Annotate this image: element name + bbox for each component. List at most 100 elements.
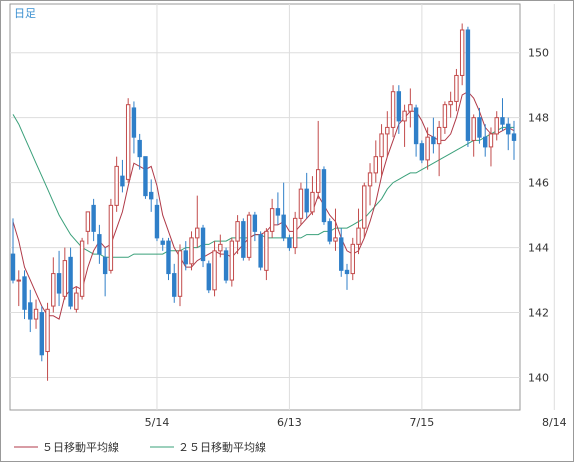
candle-body	[74, 292, 79, 310]
candle-body	[419, 143, 425, 161]
candle-body	[56, 273, 62, 294]
candle-body	[154, 204, 160, 239]
candle-body	[183, 250, 188, 265]
candle-body	[149, 191, 154, 200]
candle	[258, 231, 263, 271]
candle	[206, 260, 211, 294]
candle-body	[506, 123, 511, 135]
candle-body	[494, 117, 499, 135]
candle-body	[160, 240, 165, 245]
candle-body	[45, 308, 50, 353]
candle-body	[281, 214, 286, 239]
candle-body	[177, 250, 183, 297]
y-tick-label: 140	[528, 372, 549, 385]
candle-body	[235, 221, 240, 242]
candle	[108, 198, 114, 274]
candle-body	[166, 240, 171, 275]
candle	[419, 140, 425, 164]
candle-body	[143, 156, 148, 197]
candle	[241, 218, 246, 261]
candle	[298, 182, 304, 225]
candle-body	[408, 104, 413, 112]
candle-body	[108, 204, 114, 271]
candle-body	[442, 104, 448, 128]
candle-body	[333, 237, 338, 242]
candle-body	[465, 29, 471, 141]
candle-body	[200, 227, 206, 262]
candle-body	[477, 117, 482, 138]
candle-body	[97, 234, 102, 255]
candle-body	[350, 243, 355, 275]
candle-body	[292, 217, 298, 249]
candle-body	[114, 165, 119, 206]
y-tick-label: 142	[528, 307, 549, 320]
x-tick-label: 8/14	[542, 416, 567, 429]
candle	[321, 166, 327, 225]
candle	[327, 218, 332, 245]
candle-body	[195, 227, 200, 239]
candle-body	[413, 107, 419, 145]
candle-body	[51, 273, 56, 307]
candle-body	[91, 204, 96, 232]
candle-body	[33, 308, 39, 320]
candle-body	[459, 29, 465, 76]
candle-body	[102, 256, 108, 275]
candle	[154, 198, 160, 242]
candle-body	[223, 250, 229, 281]
candle	[223, 247, 229, 284]
candle-body	[137, 139, 142, 158]
candle-body	[396, 91, 402, 122]
candle-body	[218, 243, 223, 252]
candle-body	[62, 260, 68, 297]
candle-body	[246, 214, 252, 258]
candle-body	[379, 133, 384, 158]
candle-body	[229, 240, 235, 281]
candle-body	[367, 172, 373, 187]
candle	[229, 237, 235, 287]
candle-body	[275, 208, 281, 216]
candle-body	[454, 74, 459, 102]
candle	[125, 98, 131, 183]
y-tick-label: 146	[528, 177, 549, 190]
candle-body	[85, 211, 91, 232]
candle-body	[488, 133, 494, 148]
candle	[166, 237, 171, 281]
candle-body	[206, 263, 211, 291]
candle-body	[125, 104, 131, 180]
candle-body	[131, 107, 137, 138]
candle-body	[327, 221, 332, 242]
candle-body	[385, 126, 390, 135]
x-tick-label: 7/15	[410, 416, 435, 429]
x-tick-label: 5/14	[145, 416, 170, 429]
candle-body	[316, 169, 321, 193]
candle-body	[448, 100, 453, 106]
x-tick-label: 6/13	[277, 416, 302, 429]
candle	[459, 23, 465, 86]
candle-body	[321, 169, 327, 223]
candle-body	[287, 237, 292, 249]
candle-body	[252, 214, 258, 232]
candle-body	[16, 279, 21, 282]
candle-body	[10, 253, 16, 281]
candle-body	[79, 240, 85, 297]
candle-body	[436, 126, 442, 145]
candle-body	[471, 117, 476, 141]
candle-body	[362, 185, 367, 229]
candle	[350, 237, 355, 281]
candle-body	[304, 188, 309, 213]
candle-body	[120, 175, 125, 187]
candle-body	[258, 234, 263, 268]
price-chart: 140 142 144 146 148 150 5/14 6/13 7/15 8/14 日足 ５…	[0, 0, 574, 462]
candle-body	[402, 110, 407, 122]
candle-body	[22, 276, 27, 310]
candle-body	[298, 188, 304, 219]
candle-body	[212, 250, 217, 291]
candle-body	[269, 208, 275, 232]
candle-body	[390, 91, 396, 128]
candle-body	[172, 273, 177, 297]
candle-body	[68, 256, 73, 307]
candle	[465, 26, 471, 147]
y-tick-label: 150	[528, 47, 549, 60]
candle-body	[483, 136, 488, 148]
candle	[246, 211, 252, 261]
